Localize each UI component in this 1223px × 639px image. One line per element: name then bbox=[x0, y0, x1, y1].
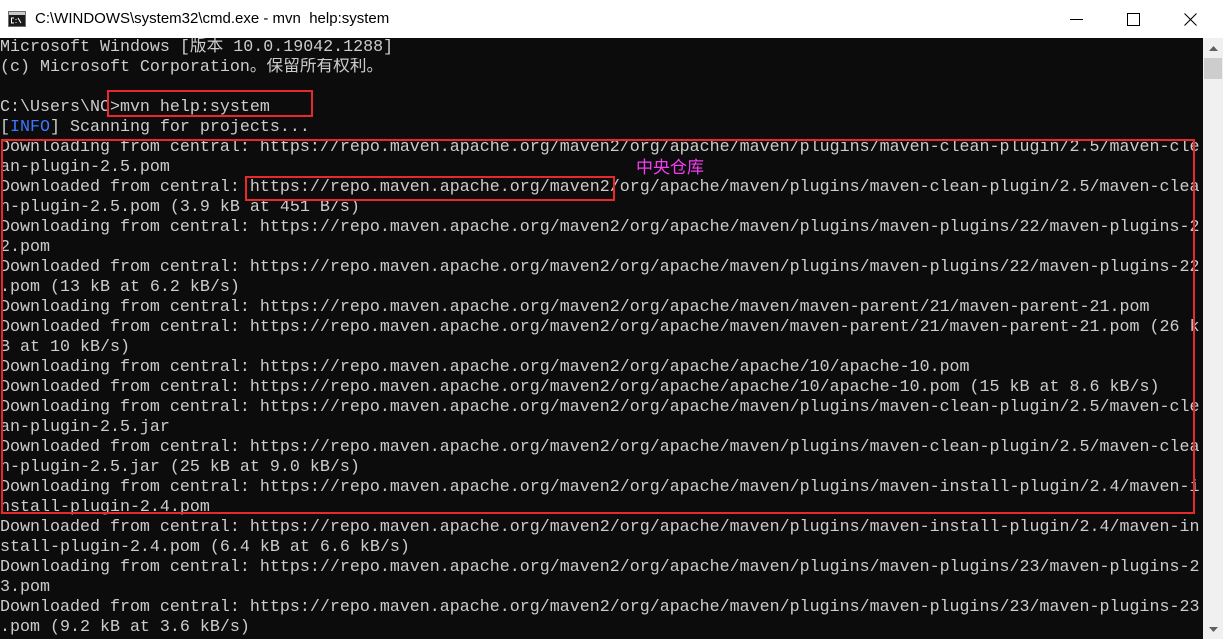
console-line: Microsoft Windows [版本 10.0.19042.1288] bbox=[0, 38, 394, 57]
console-line: Downloaded from central: https://repo.ma… bbox=[0, 518, 1200, 537]
minimize-button[interactable] bbox=[1048, 0, 1105, 38]
scroll-up-button[interactable] bbox=[1203, 38, 1223, 58]
vertical-scrollbar[interactable] bbox=[1203, 38, 1223, 639]
maximize-button[interactable] bbox=[1105, 0, 1162, 38]
title-bar[interactable]: C:\WINDOWS\system32\cmd.exe - mvn help:s… bbox=[0, 0, 1223, 38]
highlight-box-command bbox=[107, 90, 313, 117]
console-line: stall-plugin-2.4.pom (6.4 kB at 6.6 kB/s… bbox=[0, 538, 410, 557]
scrollbar-thumb[interactable] bbox=[1204, 58, 1222, 79]
minimize-icon bbox=[1070, 13, 1083, 26]
scroll-up-arrow-icon bbox=[1208, 45, 1218, 51]
scroll-down-arrow-icon bbox=[1208, 626, 1218, 632]
console-line: .pom (9.2 kB at 3.6 kB/s) bbox=[0, 618, 250, 637]
info-log-line: [INFO] Scanning for projects... bbox=[0, 118, 1203, 138]
cmd-icon[interactable] bbox=[8, 11, 26, 27]
console-line: 3.pom bbox=[0, 578, 50, 597]
annotation-label: 中央仓库 bbox=[636, 158, 704, 178]
info-message: ] Scanning for projects... bbox=[49, 118, 310, 137]
info-tag: INFO bbox=[10, 118, 50, 137]
window-title: C:\WINDOWS\system32\cmd.exe - mvn help:s… bbox=[35, 10, 390, 27]
info-bracket-open: [ bbox=[0, 118, 10, 137]
console-line: (c) Microsoft Corporation。保留所有权利。 bbox=[0, 58, 384, 77]
window-controls bbox=[1048, 0, 1219, 38]
console-line: Downloading from central: https://repo.m… bbox=[0, 558, 1200, 577]
scroll-down-button[interactable] bbox=[1203, 619, 1223, 639]
close-button[interactable] bbox=[1162, 0, 1219, 38]
highlight-box-central-url bbox=[245, 176, 615, 201]
console-line: Downloaded from central: https://repo.ma… bbox=[0, 598, 1200, 617]
maximize-icon bbox=[1127, 12, 1140, 26]
close-icon bbox=[1184, 12, 1197, 26]
